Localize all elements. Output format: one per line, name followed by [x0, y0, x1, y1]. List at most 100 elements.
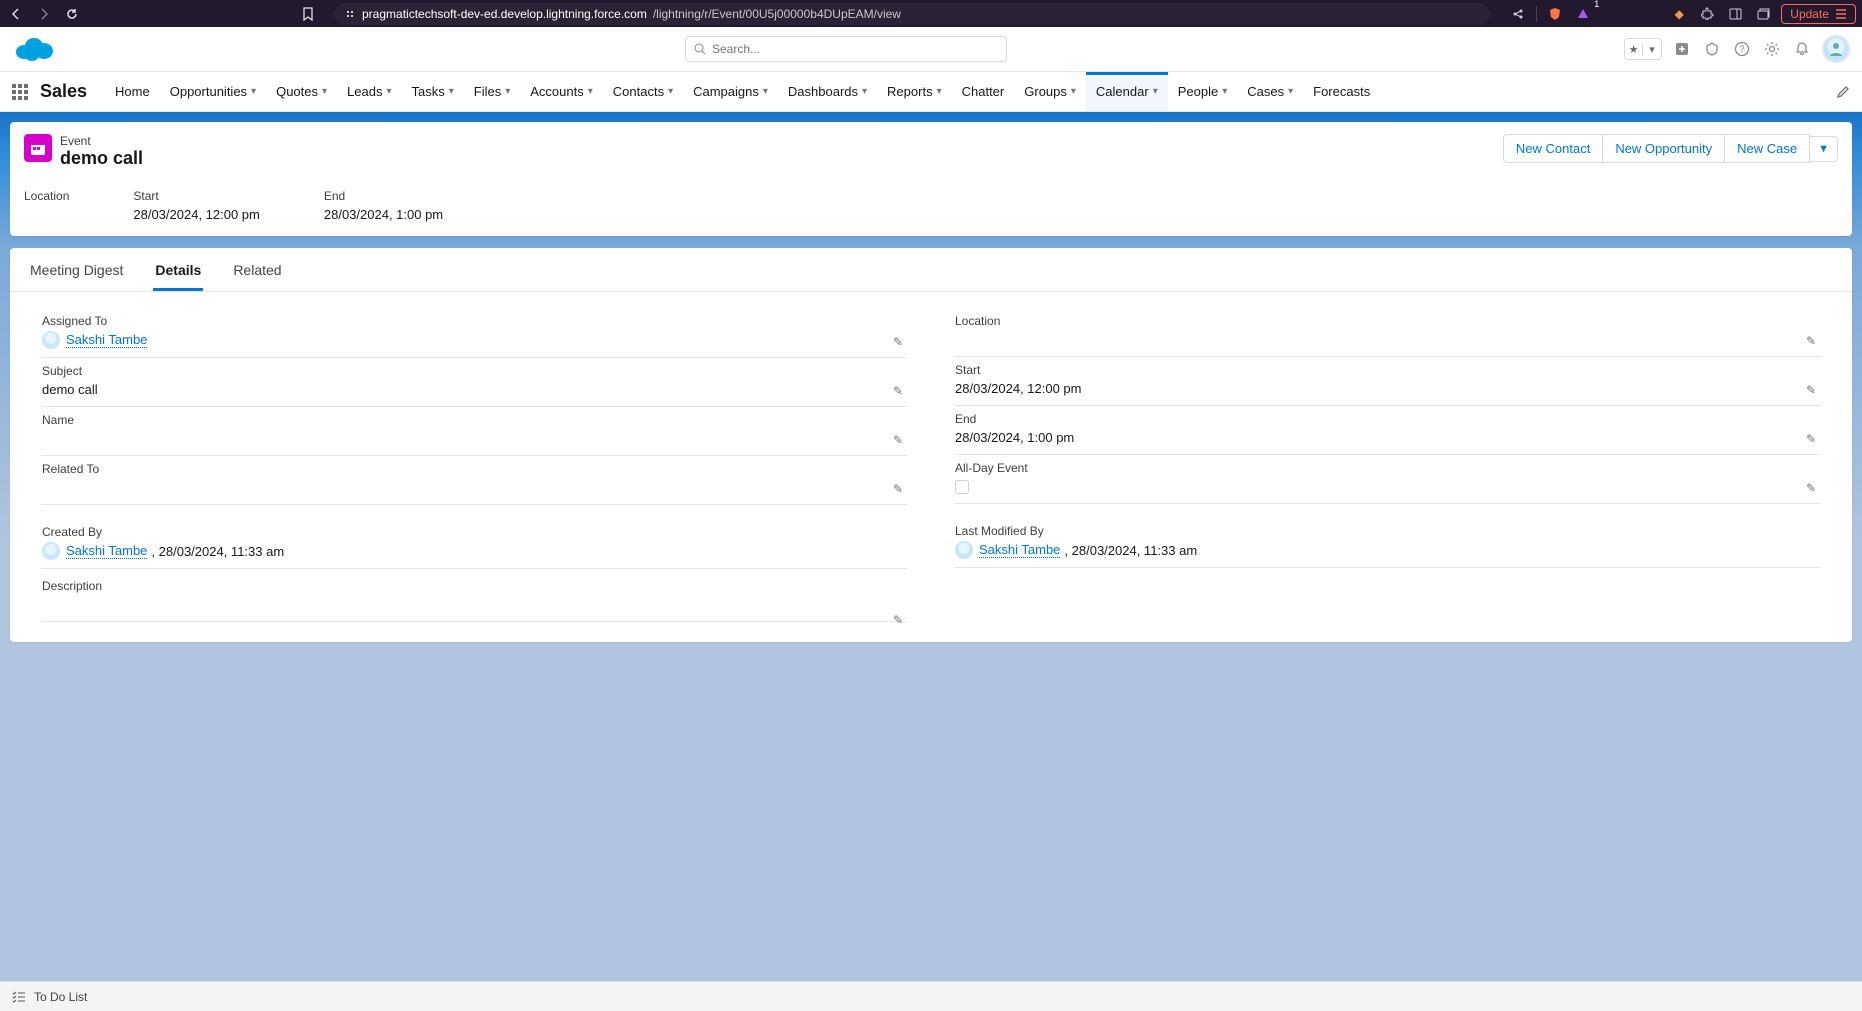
- brave-rewards-icon[interactable]: 1: [1573, 4, 1593, 24]
- summary-end: End 28/03/2024, 1:00 pm: [324, 189, 443, 222]
- summary-start: Start 28/03/2024, 12:00 pm: [133, 189, 260, 222]
- nav-accounts[interactable]: Accounts▾: [520, 72, 603, 111]
- wallet-icon[interactable]: ◆: [1669, 4, 1689, 24]
- bookmark-icon[interactable]: [298, 4, 318, 24]
- chevron-down-icon[interactable]: ▾: [1288, 86, 1293, 97]
- nav-files[interactable]: Files▾: [464, 72, 520, 111]
- chevron-down-icon[interactable]: ▾: [505, 86, 510, 97]
- chevron-down-icon[interactable]: ▾: [937, 86, 942, 97]
- brave-shields-icon[interactable]: [1545, 4, 1565, 24]
- nav-cases[interactable]: Cases▾: [1237, 72, 1303, 111]
- chevron-down-icon[interactable]: ▾: [251, 86, 256, 97]
- record-actions: New Contact New Opportunity New Case ▼: [1503, 134, 1838, 163]
- chevron-down-icon[interactable]: ▾: [322, 86, 327, 97]
- nav-people[interactable]: People▾: [1168, 72, 1238, 111]
- address-host: pragmatictechsoft-dev-ed.develop.lightni…: [362, 7, 647, 21]
- nav-reports[interactable]: Reports▾: [877, 72, 952, 111]
- global-actions-icon[interactable]: [1672, 39, 1692, 59]
- record-header: Event demo call New Contact New Opportun…: [10, 122, 1852, 236]
- user-chip: Sakshi Tambe: [42, 331, 147, 349]
- new-opportunity-button[interactable]: New Opportunity: [1603, 134, 1725, 163]
- chevron-down-icon[interactable]: ▾: [1222, 86, 1227, 97]
- chevron-down-icon[interactable]: ▾: [668, 86, 673, 97]
- tab-meeting-digest[interactable]: Meeting Digest: [28, 248, 125, 291]
- name-value: [42, 430, 907, 447]
- nav-chatter[interactable]: Chatter: [952, 72, 1015, 111]
- salesforce-logo[interactable]: [12, 34, 56, 64]
- edit-pencil-icon[interactable]: ✎: [893, 433, 903, 447]
- browser-forward-icon[interactable]: [34, 4, 54, 24]
- nav-tasks[interactable]: Tasks▾: [402, 72, 464, 111]
- chevron-down-icon[interactable]: ▾: [386, 86, 391, 97]
- all-day-checkbox[interactable]: [955, 480, 969, 494]
- chevron-down-icon[interactable]: ▾: [588, 86, 593, 97]
- nav-home[interactable]: Home: [105, 72, 160, 111]
- nav-campaigns[interactable]: Campaigns▾: [683, 72, 778, 111]
- todo-list-button[interactable]: To Do List: [34, 990, 87, 1004]
- nav-contacts[interactable]: Contacts▾: [603, 72, 683, 111]
- utility-bar: To Do List: [0, 981, 1862, 1011]
- nav-groups[interactable]: Groups▾: [1014, 72, 1086, 111]
- app-name: Sales: [40, 81, 87, 102]
- rewards-badge: 1: [1594, 0, 1599, 9]
- app-launcher-icon[interactable]: [12, 84, 28, 100]
- new-case-button[interactable]: New Case: [1725, 134, 1810, 163]
- modified-by-link[interactable]: Sakshi Tambe: [979, 542, 1060, 558]
- chevron-down-icon[interactable]: ▾: [763, 86, 768, 97]
- todo-list-icon[interactable]: [12, 991, 26, 1003]
- edit-pencil-icon[interactable]: ✎: [1806, 432, 1816, 446]
- nav-edit-pencil-icon[interactable]: [1836, 85, 1850, 99]
- tab-related[interactable]: Related: [231, 248, 283, 291]
- field-subject: Subject demo call ✎: [42, 358, 907, 407]
- notifications-bell-icon[interactable]: [1792, 39, 1812, 59]
- details-form: Assigned To Sakshi Tambe ✎ Subject demo …: [10, 292, 1852, 642]
- edit-pencil-icon[interactable]: ✎: [1806, 383, 1816, 397]
- chevron-down-icon[interactable]: ▾: [1071, 86, 1076, 97]
- details-card: Meeting Digest Details Related Assigned …: [10, 248, 1852, 642]
- nav-leads[interactable]: Leads▾: [337, 72, 401, 111]
- edit-pencil-icon[interactable]: ✎: [1806, 334, 1816, 348]
- details-col-right: Location ✎ Start 28/03/2024, 12:00 pm ✎ …: [955, 308, 1820, 622]
- nav-quotes[interactable]: Quotes▾: [266, 72, 337, 111]
- edit-pencil-icon[interactable]: ✎: [893, 613, 903, 627]
- chevron-down-icon[interactable]: ▾: [862, 86, 867, 97]
- extensions-icon[interactable]: [1697, 4, 1717, 24]
- nav-opportunities[interactable]: Opportunities▾: [160, 72, 266, 111]
- help-icon[interactable]: ?: [1732, 39, 1752, 59]
- chevron-down-icon[interactable]: ▾: [449, 86, 454, 97]
- favorites-combo[interactable]: ★ ▾: [1624, 38, 1662, 60]
- new-contact-button[interactable]: New Contact: [1503, 134, 1603, 163]
- star-icon[interactable]: ★: [1625, 43, 1643, 56]
- location-value: [955, 331, 1820, 348]
- user-avatar[interactable]: [1822, 35, 1850, 63]
- assigned-to-link[interactable]: Sakshi Tambe: [66, 332, 147, 348]
- global-search-input[interactable]: [712, 42, 998, 56]
- browser-update-button[interactable]: Update: [1781, 4, 1856, 24]
- sidepanel-icon[interactable]: [1725, 4, 1745, 24]
- nav-calendar[interactable]: Calendar▾: [1086, 72, 1168, 111]
- chevron-down-icon[interactable]: ▾: [1643, 43, 1661, 56]
- edit-pencil-icon[interactable]: ✎: [893, 335, 903, 349]
- chevron-down-icon[interactable]: ▾: [1153, 86, 1158, 97]
- created-by-link[interactable]: Sakshi Tambe: [66, 543, 147, 559]
- tab-details[interactable]: Details: [153, 248, 203, 291]
- browser-chrome: pragmatictechsoft-dev-ed.develop.lightni…: [0, 0, 1862, 27]
- field-modified-by: Last Modified By Sakshi Tambe , 28/03/20…: [955, 518, 1820, 568]
- nav-dashboards[interactable]: Dashboards▾: [778, 72, 877, 111]
- share-icon[interactable]: [1508, 4, 1528, 24]
- hamburger-icon: [1835, 9, 1847, 19]
- tab-overview-icon[interactable]: [1753, 4, 1773, 24]
- browser-back-icon[interactable]: [6, 4, 26, 24]
- setup-gear-icon[interactable]: [1762, 39, 1782, 59]
- address-bar[interactable]: pragmatictechsoft-dev-ed.develop.lightni…: [334, 3, 1490, 25]
- nav-forecasts[interactable]: Forecasts: [1303, 72, 1380, 111]
- guidance-center-icon[interactable]: [1702, 39, 1722, 59]
- edit-pencil-icon[interactable]: ✎: [1806, 481, 1816, 495]
- edit-pencil-icon[interactable]: ✎: [893, 482, 903, 496]
- user-chip: Sakshi Tambe: [42, 542, 147, 560]
- site-settings-icon[interactable]: [344, 8, 356, 20]
- global-search[interactable]: [685, 36, 1007, 62]
- edit-pencil-icon[interactable]: ✎: [893, 384, 903, 398]
- more-actions-button[interactable]: ▼: [1810, 136, 1838, 162]
- browser-reload-icon[interactable]: [62, 4, 82, 24]
